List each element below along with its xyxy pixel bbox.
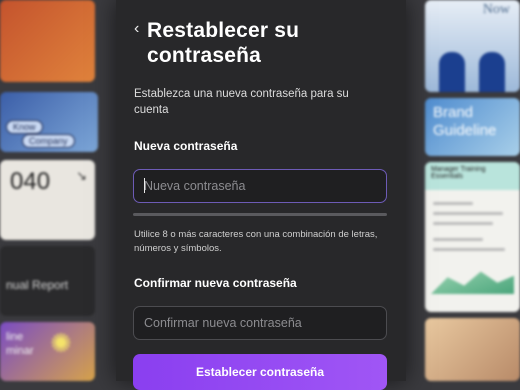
reset-password-modal: ‹ Restablecer su contraseña Establezca u… [116,0,406,390]
bg-tile-annual-report: nual Report [0,246,95,316]
bg-tile-text: line minar [6,331,34,357]
person-figure [439,52,465,92]
person-figure [479,52,505,92]
back-chevron-icon[interactable]: ‹ [134,20,139,38]
bg-tile-text: nual Report [6,278,69,292]
set-password-button[interactable]: Establecer contraseña [133,354,387,390]
text-line [433,248,505,251]
text-line [433,202,473,205]
bg-tile-text: Brand Guideline [433,104,497,139]
bg-tile-text: Know [6,120,43,134]
text-line [433,222,493,225]
flower-icon: ✺ [50,328,72,358]
bg-tile-people: Now [425,0,520,92]
bg-tile-number: 040 ↘ [0,160,95,240]
confirm-password-label: Confirmar nueva contraseña [134,276,297,290]
bg-tile-brand: Brand Guideline [425,98,520,156]
modal-subtitle: Establezca una nueva contraseña para su … [134,88,349,116]
bg-tile-text: Now [482,2,510,17]
new-password-label: Nueva contraseña [134,139,238,153]
mountain-image [431,271,514,294]
bg-tile-know-company: Know Company [0,92,98,152]
text-line [433,238,483,241]
bg-tile-text: 040 [10,168,51,195]
bg-tile-seminar: line minar ✺ [0,322,95,381]
bg-tile-photo [425,318,520,381]
password-strength-bar [133,213,387,216]
confirm-password-input[interactable] [133,306,387,340]
text-line [433,212,503,215]
text-caret [144,178,145,193]
bg-tile-text: Company [22,134,75,148]
bg-tile-orange [0,0,95,82]
new-password-input[interactable] [133,169,387,203]
bg-tile-training: Manager Training Essentials [425,162,520,312]
arrow-icon: ↘ [76,168,87,183]
modal-title: Restablecer su contraseña [147,19,300,67]
bg-tile-text: Manager Training Essentials [425,162,520,190]
password-requirements-hint: Utilice 8 o más caracteres con una combi… [134,229,378,254]
